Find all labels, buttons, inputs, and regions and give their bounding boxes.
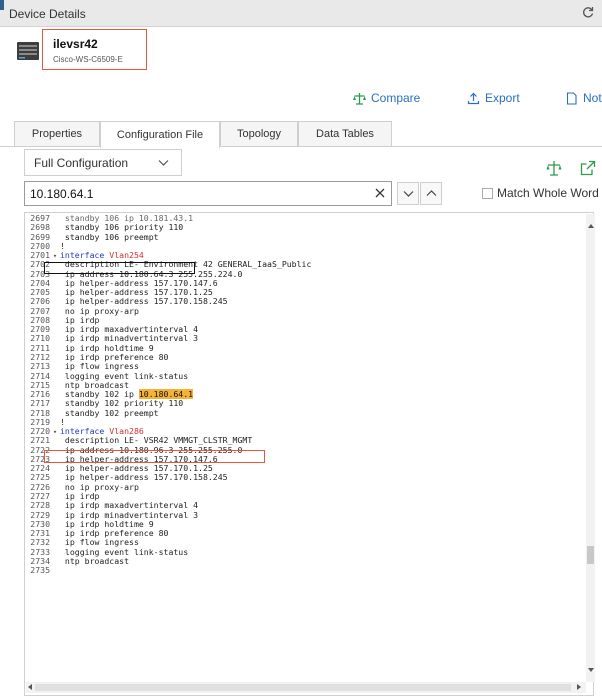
compare-icon <box>353 92 366 105</box>
code-line: 2726 no ip proxy-arp <box>26 482 582 492</box>
vlan254-annotation-box <box>44 262 195 274</box>
code-text: standby 102 preempt <box>60 407 159 418</box>
note-icon <box>566 91 577 105</box>
refresh-icon[interactable] <box>581 5 595 19</box>
device-model: Cisco-WS-C6509-E <box>53 55 123 64</box>
note-button[interactable]: Not <box>565 91 602 105</box>
tab-configuration-file[interactable]: Configuration File <box>100 121 220 148</box>
code-line: 2735 <box>26 565 582 576</box>
code-line: 2718 standby 102 preempt <box>26 407 582 418</box>
match-whole-word-checkbox[interactable] <box>482 188 493 199</box>
configuration-select-value: Full Configuration <box>34 155 129 170</box>
config-code-viewer[interactable]: 2697 standby 106 ip 10.181.43.1 2698 stan… <box>26 214 582 682</box>
vertical-scrollbar[interactable] <box>586 214 595 682</box>
export-icon <box>467 92 480 104</box>
tabs-divider <box>0 146 602 147</box>
code-text: standby 106 preempt <box>60 231 159 242</box>
code-text: ntp broadcast <box>60 555 130 566</box>
vertical-scroll-thumb[interactable] <box>587 546 594 564</box>
previous-match-button[interactable] <box>420 182 442 205</box>
code-line: 2734 ntp broadcast <box>26 555 582 566</box>
scroll-down-arrow-icon[interactable] <box>588 668 594 672</box>
horizontal-scroll-thumb[interactable] <box>35 684 571 691</box>
open-external-icon[interactable] <box>580 160 596 176</box>
chevron-down-icon <box>403 191 413 197</box>
chevron-down-icon <box>158 160 169 166</box>
window-title: Device Details <box>9 7 86 21</box>
device-name: ilevsr42 <box>53 37 98 51</box>
scroll-left-arrow-icon[interactable] <box>28 684 32 690</box>
search-input[interactable] <box>24 181 392 206</box>
tab-topology[interactable]: Topology <box>220 121 298 146</box>
network-device-icon <box>17 42 39 60</box>
line-number: 2735 <box>30 565 50 576</box>
export-button[interactable]: Export <box>467 91 520 105</box>
note-label: Not <box>583 91 602 105</box>
code-line: 2707 no ip proxy-arp <box>26 306 582 316</box>
chevron-up-icon <box>426 190 436 196</box>
horizontal-scrollbar[interactable] <box>26 682 586 693</box>
export-label: Export <box>485 91 520 105</box>
match-whole-word-label: Match Whole Word <box>497 186 599 200</box>
code-line: 2699 standby 106 preempt <box>26 231 582 242</box>
compare-button[interactable]: Compare <box>353 91 420 105</box>
next-match-button[interactable] <box>397 182 419 205</box>
title-accent <box>0 0 4 10</box>
tab-properties[interactable]: Properties <box>14 121 100 146</box>
close-icon[interactable] <box>372 185 388 201</box>
configuration-select[interactable]: Full Configuration <box>24 149 182 176</box>
search-match-annotation-box <box>44 450 265 463</box>
compare-label: Compare <box>371 91 421 105</box>
scroll-right-arrow-icon[interactable] <box>577 684 581 690</box>
title-bar: Device Details <box>0 0 602 27</box>
tab-data-tables[interactable]: Data Tables <box>298 121 392 146</box>
scroll-up-arrow-icon[interactable] <box>588 224 594 228</box>
compare-versions-icon[interactable] <box>546 160 562 176</box>
